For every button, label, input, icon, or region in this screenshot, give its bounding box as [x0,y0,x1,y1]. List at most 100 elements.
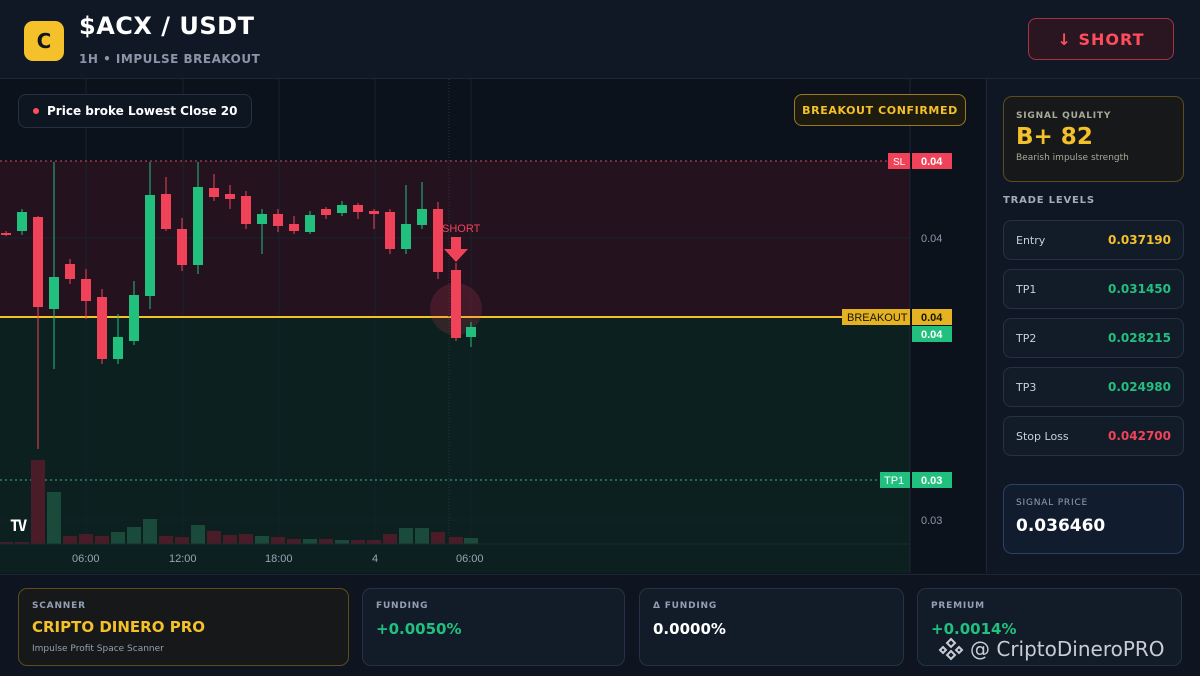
candle-body [193,187,203,265]
candle-body [466,327,476,337]
level-tp1: TP1 0.031450 [1003,269,1184,309]
volume-bar [351,540,365,544]
signal-price-value: 0.036460 [1016,516,1106,536]
signal-panel: SIGNAL QUALITY B+ 82 Bearish impulse str… [986,79,1200,573]
level-name: TP2 [1016,331,1037,345]
tp1-tag-label: TP1 [884,475,904,487]
volume-bar [207,531,221,544]
volume-bar [111,532,125,544]
candle-body [17,212,27,231]
candle-body [433,209,443,272]
scanner-name: CRIPTO DINERO PRO [32,618,205,636]
candle-body [161,194,171,229]
candle-body [451,270,461,338]
level-tp2: TP2 0.028215 [1003,318,1184,358]
breakout-price-value: 0.04 [921,312,943,324]
axis-label-lower: 0.03 [921,515,942,527]
premium-label: PREMIUM [931,601,985,611]
signal-price-card: SIGNAL PRICE 0.036460 [1003,484,1184,554]
chart-canvas: SHORT SL 0.04 0.04 BREAKOUT 0.04 0.04 TP… [0,79,952,573]
axis-label-upper: 0.04 [921,233,942,245]
breakout-confirmed-badge: BREAKOUT CONFIRMED [794,94,966,126]
signal-quality-grade: B+ 82 [1016,124,1093,150]
pair-subtitle: 1H • IMPULSE BREAKOUT [79,52,261,66]
sl-tag-label: SL [893,157,906,168]
candle-body [129,295,139,341]
signal-quality-label: SIGNAL QUALITY [1016,111,1112,121]
volume-bar [367,540,381,544]
alert-pill: Price broke Lowest Close 20 [18,94,253,128]
volume-bar [383,534,397,544]
level-name: Entry [1016,233,1046,247]
scanner-sub: Impulse Profit Space Scanner [32,644,164,654]
volume-bar [431,532,445,544]
funding-value: +0.0050% [376,620,462,638]
volume-bar [255,536,269,544]
level-value: 0.031450 [1107,282,1171,296]
volume-bar [47,492,61,544]
level-entry: Entry 0.037190 [1003,220,1184,260]
candle-body [289,224,299,231]
volume-bar [449,537,463,544]
level-tp3: TP3 0.024980 [1003,367,1184,407]
candle-body [113,337,123,359]
candle-body [337,205,347,213]
funding-card: FUNDING +0.0050% [362,588,625,666]
header: C $ACX / USDT 1H • IMPULSE BREAKOUT ↓ SH… [0,0,1200,79]
delta-funding-label: Δ FUNDING [653,601,718,611]
funding-label: FUNDING [376,601,429,611]
volume-bar [287,539,301,544]
trade-levels-title: TRADE LEVELS [1003,195,1095,206]
alert-dot-icon [33,108,39,114]
candle-body [401,224,411,249]
binance-icon [938,637,964,661]
volume-bar [159,536,173,544]
candle-body [225,194,235,199]
time-label: 12:00 [169,553,197,565]
pair-title: $ACX / USDT [79,12,255,40]
time-label: 06:00 [72,553,100,565]
breakout-tag-label: BREAKOUT [847,312,908,324]
signal-quality-desc: Bearish impulse strength [1016,153,1129,163]
volume-bar [95,536,109,544]
volume-bar [335,540,349,544]
delta-funding-value: 0.0000% [653,620,726,638]
volume-bar [143,519,157,544]
candle-body [321,209,331,215]
last-price-value: 0.04 [921,329,943,341]
candle-body [417,209,427,225]
volume-bar [223,535,237,544]
candle-body [353,205,363,212]
level-value: 0.028215 [1107,331,1171,345]
level-value: 0.042700 [1107,429,1171,443]
candle-body [273,214,283,226]
scanner-label: SCANNER [32,601,86,611]
volume-bar [79,534,93,544]
volume-bar [191,525,205,544]
volume-bar [63,536,77,544]
candle-body [257,214,267,224]
tp1-price-value: 0.03 [921,475,942,487]
candle-body [305,215,315,232]
volume-bar [31,460,45,544]
level-stop-loss: Stop Loss 0.042700 [1003,416,1184,456]
volume-bar [239,534,253,544]
level-name: Stop Loss [1016,429,1069,443]
short-button[interactable]: ↓ SHORT [1028,18,1174,60]
short-marker-label: SHORT [442,223,481,235]
coin-logo: C [24,21,64,61]
volume-bar [303,539,317,544]
candle-body [241,196,251,224]
level-name: TP1 [1016,282,1037,296]
candle-body [369,211,379,214]
candle-body [49,277,59,309]
alert-text: Price broke Lowest Close 20 [47,104,238,118]
candle-body [65,264,75,279]
scanner-card: SCANNER CRIPTO DINERO PRO Impulse Profit… [18,588,349,666]
volume-bar [399,528,413,544]
level-name: TP3 [1016,380,1037,394]
watermark: @ CriptoDineroPRO [938,636,1165,662]
price-chart[interactable]: SHORT SL 0.04 0.04 BREAKOUT 0.04 0.04 TP… [0,79,985,573]
candle-body [97,297,107,359]
level-value: 0.037190 [1107,233,1171,247]
